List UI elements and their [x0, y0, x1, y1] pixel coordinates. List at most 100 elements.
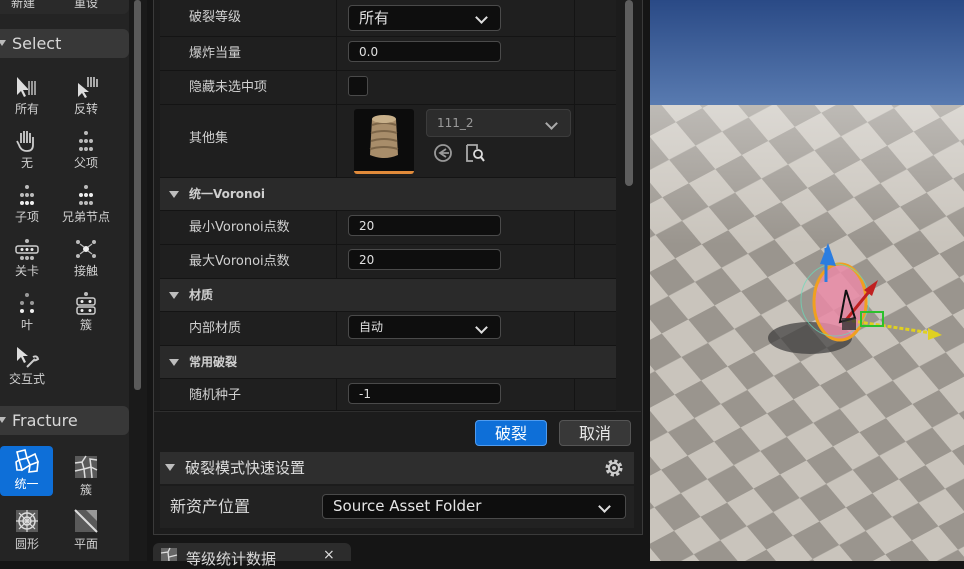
select-interactive-icon: [17, 347, 40, 368]
random-seed-label: 随机种子: [189, 388, 242, 403]
uniform-fracture-label: 统一: [14, 477, 39, 491]
uniform-fracture-icon: [14, 449, 39, 473]
internal-material-value: 自动: [359, 320, 384, 334]
min-voronoi-input[interactable]: 20: [348, 215, 501, 236]
quick-settings-header[interactable]: 破裂模式快速设置: [160, 452, 634, 484]
planar-fracture-icon: [74, 509, 98, 533]
radial-fracture-label: 圆形: [14, 537, 39, 551]
select-level-button[interactable]: 关卡: [0, 235, 54, 285]
select-all-icon: [17, 77, 36, 97]
select-children-button[interactable]: 子项: [0, 181, 54, 231]
select-contact-button[interactable]: 接触: [59, 235, 113, 285]
random-seed-input[interactable]: -1: [348, 383, 501, 404]
select-all-button[interactable]: 所有: [0, 73, 54, 123]
select-siblings-icon: [79, 185, 93, 205]
select-parent-label: 父项: [73, 156, 98, 170]
fracture-section-title: Fracture: [12, 411, 78, 430]
gear-icon[interactable]: [602, 456, 626, 480]
select-contact-icon: [76, 240, 96, 258]
uniform-voronoi-title: 统一Voronoi: [189, 187, 265, 201]
chevron-down-icon: [475, 321, 488, 334]
other-set-label: 其他集: [189, 131, 229, 146]
select-section-header[interactable]: Select: [0, 29, 129, 58]
select-cluster-icon: [76, 292, 96, 315]
select-siblings-button[interactable]: 兄弟节点: [59, 181, 113, 231]
fracture-level-dropdown[interactable]: 所有: [348, 5, 501, 31]
cancel-button[interactable]: 取消: [559, 420, 631, 446]
tool-panel-body: 新建 重设 Select 所有 反转 无 父项 子项 兄弟节点 关卡 接触 叶 …: [0, 0, 129, 561]
select-section-title: Select: [12, 34, 62, 53]
select-cluster-button[interactable]: 簇: [59, 289, 113, 339]
new-asset-location-label: 新资产位置: [170, 497, 251, 516]
radial-fracture-button[interactable]: 圆形: [0, 506, 54, 556]
select-contact-label: 接触: [73, 264, 98, 278]
select-parent-icon: [79, 131, 93, 151]
select-invert-button[interactable]: 反转: [59, 73, 113, 123]
fracture-level-label: 破裂等级: [189, 10, 242, 25]
select-cluster-label: 簇: [79, 318, 92, 332]
browse-asset-icon[interactable]: [464, 143, 486, 163]
max-voronoi-label: 最大Voronoi点数: [189, 254, 290, 269]
hide-unselected-checkbox[interactable]: [348, 76, 368, 96]
select-children-icon: [20, 185, 34, 205]
new-asset-location-value: Source Asset Folder: [333, 497, 482, 515]
chevron-down-icon: [545, 117, 558, 130]
explosion-amount-label: 爆炸当量: [189, 46, 242, 61]
select-interactive-button[interactable]: 交互式: [0, 343, 54, 393]
select-leaf-label: 叶: [20, 318, 33, 332]
collapse-arrow-icon: [0, 40, 6, 46]
tool-panel-scrollbar[interactable]: [134, 0, 141, 390]
reset-button[interactable]: 重设: [74, 0, 98, 11]
hide-unselected-row: 隐藏未选中项: [160, 71, 616, 105]
select-interactive-label: 交互式: [8, 372, 45, 386]
material-category[interactable]: 材质: [160, 279, 616, 312]
other-set-asset-dropdown[interactable]: 111_2: [426, 109, 571, 137]
select-invert-label: 反转: [73, 102, 98, 116]
fracture-section-header[interactable]: Fracture: [0, 406, 129, 435]
explosion-amount-input[interactable]: 0.0: [348, 41, 501, 62]
modes-tool-panel: 新建 重设 Select 所有 反转 无 父项 子项 兄弟节点 关卡 接触 叶 …: [0, 0, 147, 561]
level-viewport[interactable]: [650, 0, 964, 561]
top-toolbar-strip: 新建 重设: [0, 0, 129, 14]
asset-thumbnail[interactable]: [354, 109, 414, 174]
statistics-icon: [160, 547, 178, 561]
fracture-button[interactable]: 破裂: [475, 420, 547, 446]
internal-material-dropdown[interactable]: 自动: [348, 315, 501, 339]
fracture-details-panel: 破裂等级 所有 爆炸当量 0.0 隐藏未选中项 其他集 111_2 统一Voro…: [153, 0, 643, 535]
new-asset-location-dropdown[interactable]: Source Asset Folder: [322, 494, 626, 519]
select-none-label: 无: [20, 156, 33, 170]
uniform-fracture-button[interactable]: 统一: [0, 446, 53, 496]
select-siblings-label: 兄弟节点: [61, 210, 110, 224]
common-fracture-title: 常用破裂: [189, 355, 238, 369]
cluster-fracture-button[interactable]: 簇: [59, 452, 113, 502]
other-set-value: 111_2: [437, 116, 474, 130]
uniform-voronoi-category[interactable]: 统一Voronoi: [160, 178, 616, 211]
planar-fracture-label: 平面: [73, 537, 98, 551]
select-level-icon: [15, 239, 39, 260]
expand-arrow-icon: [169, 191, 179, 198]
new-button[interactable]: 新建: [11, 0, 35, 11]
select-leaf-icon: [20, 293, 34, 313]
max-voronoi-input[interactable]: 20: [348, 249, 501, 270]
internal-material-label: 内部材质: [189, 321, 242, 336]
asset-thumbnail-icon: [369, 115, 399, 158]
expand-arrow-icon: [169, 292, 179, 299]
radial-fracture-icon: [16, 510, 38, 532]
expand-arrow-icon: [169, 359, 179, 366]
chevron-down-icon: [475, 11, 488, 24]
common-fracture-category[interactable]: 常用破裂: [160, 346, 616, 379]
details-scrollbar[interactable]: [625, 0, 633, 186]
level-statistics-tab[interactable]: 等级统计数据 ×: [153, 543, 351, 568]
select-leaf-button[interactable]: 叶: [0, 289, 54, 339]
new-asset-location-row: 新资产位置 Source Asset Folder: [160, 486, 634, 528]
chevron-down-icon: [598, 500, 611, 513]
hide-unselected-label: 隐藏未选中项: [189, 80, 268, 95]
collapse-arrow-icon: [0, 417, 6, 423]
select-parent-button[interactable]: 父项: [59, 127, 113, 177]
use-selected-asset-icon[interactable]: [432, 143, 454, 163]
select-invert-icon: [78, 77, 98, 98]
select-none-button[interactable]: 无: [0, 127, 54, 177]
min-voronoi-label: 最小Voronoi点数: [189, 220, 290, 235]
planar-fracture-button[interactable]: 平面: [59, 506, 113, 556]
cluster-fracture-label: 簇: [79, 483, 92, 497]
